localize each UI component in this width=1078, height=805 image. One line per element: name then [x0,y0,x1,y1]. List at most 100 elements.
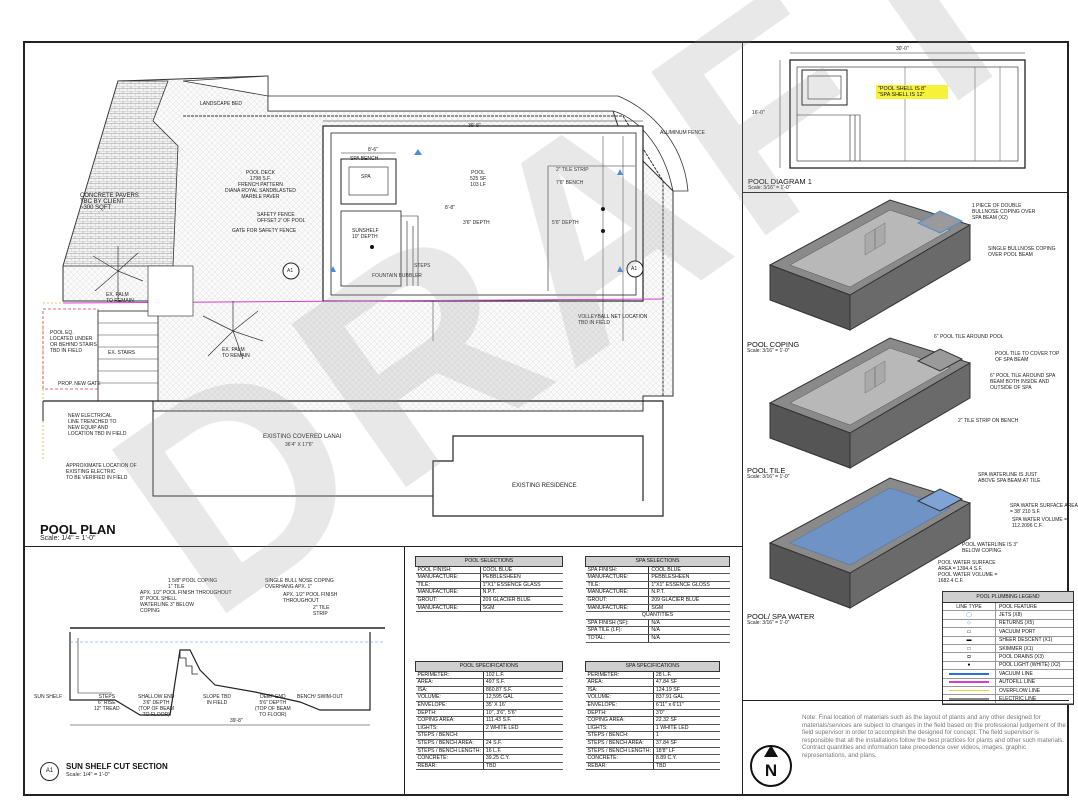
pool-spec-row: VOLUME: 12,595 GAL [415,693,563,702]
spa-selections-header: SPA SELECTIONS [585,556,730,567]
spa-spec-key: DEPTH: [585,709,654,718]
concrete-pavers-label: CONCRETE PAVERS TBC BY CLIENT ~300 SQFT [80,193,139,211]
tile-label-d: 2" TILE STRIP ON BENCH [958,418,1019,424]
pool-spec-row: STEPS / BENCH AREA: 24 S.F. [415,739,563,748]
pool-spec-key: DEPTH: [415,709,484,718]
legend-feature-name: POOL DRAINS (X3) [999,654,1044,661]
spa-quantity-key: SPA FINISH (SF): [585,619,650,628]
spa-selection-value: COOL BLUE [648,566,730,575]
pool-spec-key: ENVELOPE: [415,701,484,710]
lanai-label: EXISTING COVERED LANAI [263,434,342,440]
pool-spec-row: ISA: 860.87 S.F. [415,686,563,695]
pool-spec-key: LIGHTS: [415,724,484,733]
spa-specifications-table: SPA SPECIFICATIONS PERIMETER: 28 L.F. AREA… [585,661,720,771]
spa-spec-value: 37.84 SF [653,739,720,748]
tile-strip-label: 2" TILE STRIP [556,167,589,173]
section-label-b2: STEPS 6" RISE 12" TREAD [94,694,120,712]
pool-spec-key: ISA: [415,686,484,695]
aluminum-fence-label: ALUMINUM FENCE [660,130,706,136]
legend-header: POOL PLUMBING LEGEND [943,592,1073,603]
sun-shelf-section-drawing [69,627,385,726]
pool-plan-scale: Scale: 1/4" = 1'-0" [40,535,96,542]
pool-selection-key: MANUFACTURE: [415,573,481,582]
diagram-divider [742,192,1069,193]
spa-spec-value: 124.19 SF [653,686,720,695]
pool-diagram-drawing [779,52,1026,169]
pool-spec-value: 16 L.F. [483,747,563,756]
sunshelf-label: SUNSHELF 10" DEPTH [352,228,379,240]
landscape-bed-label: LANDSCAPE BED [200,101,242,107]
dim-top: 39'-8" [468,123,481,129]
section-label-b5: DEEP END 5'6" DEPTH (TOP OF BEAM TO FLOO… [255,694,291,718]
spa-selection-value: 209 GLACIER BLUE [648,596,730,605]
water-label-a: SPA WATERLINE IS JUST ABOVE SPA BEAM AT … [978,472,1041,484]
spa-spec-key: ISA: [585,686,654,695]
residence-label: EXISTING RESIDENCE [512,483,577,489]
spa-spec-value: 1 [653,731,720,740]
spa-spec-key: STEPS / BENCH: [585,731,654,740]
pool-selection-key: GROUT: [415,596,481,605]
section-label-r3: 2" TILE STRIP [313,605,330,617]
legend-row: ◇ RETURNS (X5) [943,619,1073,629]
spa-selection-row: MANUFACTURE: N.P.T. [585,588,730,597]
spa-spec-value: 22.32 SF [653,716,720,725]
palm-label-1: EX. PALM TO REMAIN [106,292,134,304]
spa-spec-row: COPING AREA: 22.32 SF [585,716,720,725]
spa-spec-row: REBAR: TBD [585,762,720,771]
pool-spec-row: REBAR: TBD [415,762,563,771]
section-label-r2: APX. 1/2" POOL FINISH THROUGHOUT [283,592,338,604]
legend-symbol-icon: ● [943,661,996,670]
spa-selection-value: N.P.T. [648,588,730,597]
spa-spec-row: DEPTH: 3'0" [585,709,720,718]
north-label: N [764,761,778,780]
pool-spec-key: PERIMETER: [415,671,484,680]
spa-selection-key: MANUFACTURE: [585,588,650,597]
legend-row: VACUUM LINE [943,670,1073,679]
pool-spec-value: 12,595 GAL [483,693,563,702]
pool-spec-value: 102 L.F. [483,671,563,680]
gate-label: GATE FOR SAFETY FENCE [232,228,297,234]
pool-selection-value: PEBBLESHEEN [480,573,563,582]
pool-diagram-scale: Scale: 3/16" = 1'-0" [748,185,791,191]
note-text: Note: Final location of materials such a… [802,714,1066,759]
legend-row: AUTOFILL LINE [943,678,1073,687]
pool-selection-value: SGM [480,604,563,613]
legend-symbol-icon: ◇ [943,619,996,628]
spa-selection-key: TILE: [585,581,650,590]
bench-label: 7'6" BENCH [556,180,584,186]
new-gate-label: PROP. NEW GATE [58,381,101,387]
spa-label: SPA [361,174,371,180]
pool-coping-scale: Scale: 3/16" = 1'-0" [747,348,790,354]
legend-row: OVERFLOW LINE [943,686,1073,696]
spa-selection-key: MANUFACTURE: [585,604,650,613]
spa-selection-key: GROUT: [585,596,650,605]
fountain-label: FOUNTAIN BUBBLER [372,273,422,279]
spa-selection-value: 1"X1" ESSENCE GLOSS [648,581,730,590]
pool-spec-value: 10", 3'6", 5'6" [483,709,563,718]
pool-selection-value: 209 GLACIER BLUE [480,596,563,605]
pool-3d-views [768,199,972,609]
spa-selection-value: PEBBLESHEEN [648,573,730,582]
spa-spec-key: CONCRETE: [585,754,654,763]
spa-selection-row: TILE: 1"X1" ESSENCE GLOSS [585,581,730,590]
pool-spec-value [483,731,563,740]
legend-row: ◯ JETS (X8) [943,611,1073,620]
spa-quantity-value: N/A [648,619,730,628]
pool-spec-row: LIGHTS: 2 WHITE LED [415,724,563,733]
tile-label-b: POOL TILE TO COVER TOP OF SPA BEAM [995,351,1060,363]
pool-selection-row: POOL FINISH: COOL BLUE [415,566,563,575]
spa-selection-row: SPA FINISH: COOL BLUE [585,566,730,575]
pool-spec-value: TBD [483,762,563,771]
pool-spec-key: STEPS / BENCH AREA: [415,739,484,748]
legend-symbol-icon: ▬ [943,636,996,644]
spa-quantity-row: SPA FINISH (SF): N/A [585,619,730,628]
pool-spec-key: VOLUME: [415,693,484,702]
north-arrow-icon [764,745,778,757]
legend-symbol-icon: ▭ [943,628,996,636]
spa-quantity-key: TOTAL: [585,634,650,643]
pool-spec-value: 24 S.F. [483,739,563,748]
pool-specifications-header: POOL SPECIFICATIONS [415,661,563,672]
legend-col-type: LINE TYPE [943,603,996,611]
spa-spec-value: 3'0" [653,709,720,718]
section-label-b3: SHALLOW END 3'6" DEPTH (TOP OF BEAM TO F… [138,694,175,718]
